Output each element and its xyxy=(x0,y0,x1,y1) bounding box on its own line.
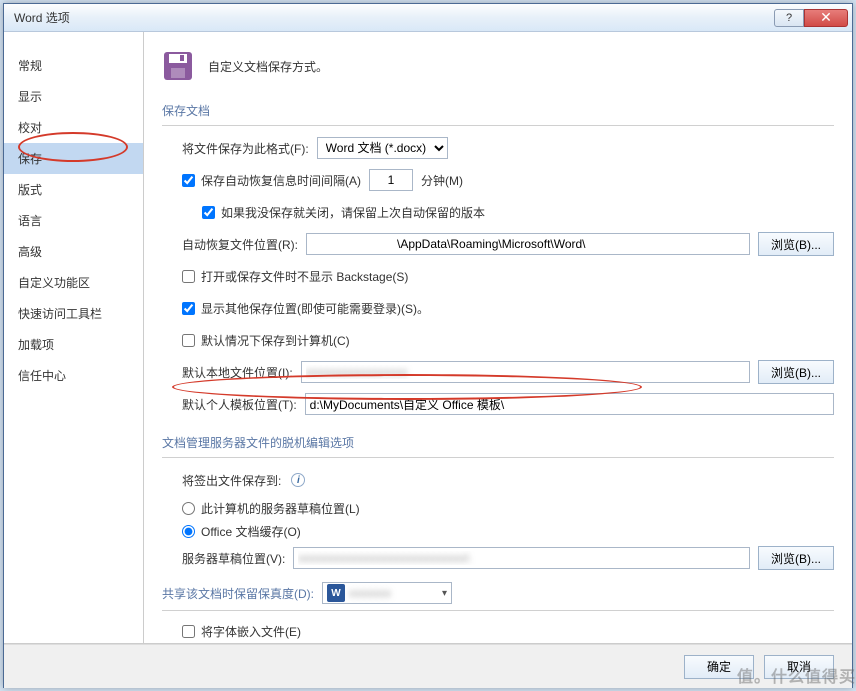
cancel-button[interactable]: 取消 xyxy=(764,655,834,679)
footer: 确定 取消 xyxy=(4,644,852,688)
template-input[interactable] xyxy=(305,393,834,415)
doc-select[interactable]: W xxxxxxx xyxy=(322,582,452,604)
template-label: 默认个人模板位置(T): xyxy=(182,396,297,413)
autosave-interval-input[interactable] xyxy=(369,169,413,191)
sidebar-item-layout[interactable]: 版式 xyxy=(4,174,143,205)
section-fidelity: 共享该文档时保留保真度(D): xyxy=(162,585,314,602)
keeplast-checkbox[interactable] xyxy=(202,206,215,219)
showother-label: 显示其他保存位置(即使可能需要登录)(S)。 xyxy=(201,300,429,317)
browse-draft-button[interactable]: 浏览(B)... xyxy=(758,546,834,570)
sidebar-item-trust-center[interactable]: 信任中心 xyxy=(4,360,143,391)
nobackstage-checkbox[interactable] xyxy=(182,270,195,283)
recover-input[interactable] xyxy=(306,233,750,255)
ok-button[interactable]: 确定 xyxy=(684,655,754,679)
localfile-label: 默认本地文件位置(I): xyxy=(182,364,293,381)
embed-checkbox[interactable] xyxy=(182,625,195,638)
sidebar-item-quick-access[interactable]: 快速访问工具栏 xyxy=(4,298,143,329)
radio-office-cache-label: Office 文档缓存(O) xyxy=(201,523,301,540)
window-title: Word 选项 xyxy=(14,9,774,26)
page-title: 自定义文档保存方式。 xyxy=(208,58,328,75)
section-save-docs: 保存文档 xyxy=(162,96,834,126)
close-button[interactable]: ✕ xyxy=(804,9,848,27)
word-icon: W xyxy=(327,584,345,602)
minutes-label: 分钟(M) xyxy=(421,172,463,189)
titlebar: Word 选项 ? ✕ xyxy=(4,4,852,32)
format-select[interactable]: Word 文档 (*.docx) xyxy=(317,137,448,159)
help-button[interactable]: ? xyxy=(774,9,804,27)
autosave-checkbox[interactable] xyxy=(182,174,195,187)
autosave-label: 保存自动恢复信息时间间隔(A) xyxy=(201,172,361,189)
radio-office-cache[interactable] xyxy=(182,525,195,538)
main-panel: 自定义文档保存方式。 保存文档 将文件保存为此格式(F): Word 文档 (*… xyxy=(144,32,852,643)
embed-label: 将字体嵌入文件(E) xyxy=(201,623,301,640)
draft-input[interactable] xyxy=(293,547,750,569)
format-label: 将文件保存为此格式(F): xyxy=(182,140,309,157)
sidebar-item-proofing[interactable]: 校对 xyxy=(4,112,143,143)
nobackstage-label: 打开或保存文件时不显示 Backstage(S) xyxy=(201,268,408,285)
checkout-label: 将签出文件保存到: xyxy=(182,472,281,489)
save-icon xyxy=(162,50,194,82)
sidebar-item-addins[interactable]: 加载项 xyxy=(4,329,143,360)
recover-label: 自动恢复文件位置(R): xyxy=(182,236,298,253)
browse-localfile-button[interactable]: 浏览(B)... xyxy=(758,360,834,384)
localfile-input[interactable] xyxy=(301,361,750,383)
defaultcomp-label: 默认情况下保存到计算机(C) xyxy=(201,332,350,349)
sidebar-item-general[interactable]: 常规 xyxy=(4,50,143,81)
radio-server-draft[interactable] xyxy=(182,502,195,515)
sidebar: 常规 显示 校对 保存 版式 语言 高级 自定义功能区 快速访问工具栏 加载项 … xyxy=(4,32,144,643)
showother-checkbox[interactable] xyxy=(182,302,195,315)
sidebar-item-advanced[interactable]: 高级 xyxy=(4,236,143,267)
sidebar-item-language[interactable]: 语言 xyxy=(4,205,143,236)
radio-server-draft-label: 此计算机的服务器草稿位置(L) xyxy=(201,500,360,517)
sidebar-item-customize-ribbon[interactable]: 自定义功能区 xyxy=(4,267,143,298)
info-icon[interactable]: i xyxy=(291,473,305,487)
doc-select-value: xxxxxxx xyxy=(349,586,391,600)
section-offline: 文档管理服务器文件的脱机编辑选项 xyxy=(162,428,834,458)
defaultcomp-checkbox[interactable] xyxy=(182,334,195,347)
draft-label: 服务器草稿位置(V): xyxy=(182,550,285,567)
sidebar-item-display[interactable]: 显示 xyxy=(4,81,143,112)
keeplast-label: 如果我没保存就关闭，请保留上次自动保留的版本 xyxy=(221,204,485,221)
sidebar-item-save[interactable]: 保存 xyxy=(4,143,143,174)
browse-recover-button[interactable]: 浏览(B)... xyxy=(758,232,834,256)
